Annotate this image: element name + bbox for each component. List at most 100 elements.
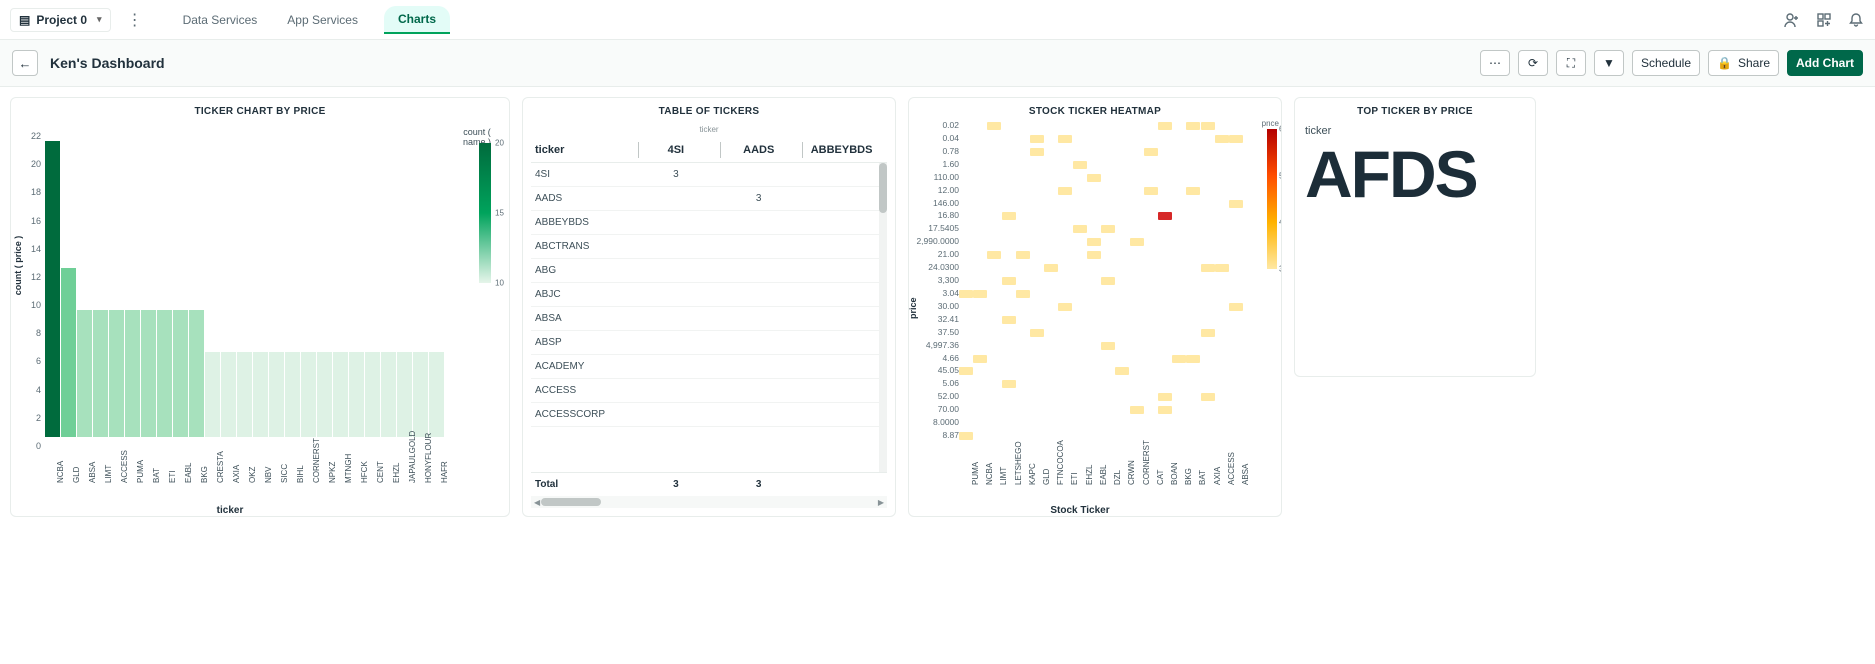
bar-CENT[interactable]	[365, 352, 380, 437]
bar-LIMT[interactable]	[93, 310, 108, 437]
heatmap-cell[interactable]	[1158, 212, 1172, 220]
bar-EHZL[interactable]	[381, 352, 396, 437]
table-row[interactable]: AADS3	[531, 187, 887, 211]
bar-HAFR[interactable]	[429, 352, 444, 437]
heatmap-cell[interactable]	[1201, 329, 1215, 337]
heatmap-cell[interactable]	[973, 355, 987, 363]
heatmap-cell[interactable]	[1016, 251, 1030, 259]
heatmap-cell[interactable]	[1158, 406, 1172, 414]
heatmap-cell[interactable]	[1002, 212, 1016, 220]
heatmap-cell[interactable]	[1044, 264, 1058, 272]
project-selector[interactable]: ▤ Project 0 ▾	[10, 8, 111, 32]
bar-SICC[interactable]	[269, 352, 284, 437]
bar-BAT[interactable]	[141, 310, 156, 437]
heatmap-cell[interactable]	[1087, 238, 1101, 246]
bar-CORNERST[interactable]	[301, 352, 316, 437]
bar-NPKZ[interactable]	[317, 352, 332, 437]
heatmap-cell[interactable]	[1058, 135, 1072, 143]
heatmap-cell[interactable]	[1058, 187, 1072, 195]
add-chart-button[interactable]: Add Chart	[1787, 50, 1863, 76]
heatmap-cell[interactable]	[1087, 174, 1101, 182]
table-row[interactable]: ACADEMY	[531, 355, 887, 379]
heatmap-cell[interactable]	[1229, 200, 1243, 208]
heatmap-cell[interactable]	[959, 432, 973, 440]
bar-EABL[interactable]	[173, 310, 188, 437]
bar-ETI[interactable]	[157, 310, 172, 437]
heatmap-cell[interactable]	[973, 290, 987, 298]
heatmap-cell[interactable]	[1201, 264, 1215, 272]
bar-NBV[interactable]	[253, 352, 268, 437]
bar-JAPAULGOLD[interactable]	[397, 352, 412, 437]
refresh-button[interactable]: ⟳	[1518, 50, 1548, 76]
fullscreen-button[interactable]: ⛶	[1556, 50, 1586, 76]
heatmap-cell[interactable]	[1130, 238, 1144, 246]
heatmap-cell[interactable]	[1115, 367, 1129, 375]
heatmap-cell[interactable]	[1073, 225, 1087, 233]
tab-data-services[interactable]: Data Services	[179, 7, 262, 33]
heatmap-cell[interactable]	[1030, 135, 1044, 143]
heatmap-cell[interactable]	[1201, 393, 1215, 401]
heatmap-cell[interactable]	[1101, 225, 1115, 233]
heatmap-cell[interactable]	[959, 367, 973, 375]
col-header-1[interactable]: 4SI	[634, 144, 717, 156]
table-row[interactable]: ABBEYBDS	[531, 211, 887, 235]
bar-BKG[interactable]	[189, 310, 204, 437]
col-header-2[interactable]: AADS	[717, 144, 800, 156]
back-button[interactable]: ←	[12, 50, 38, 76]
invite-icon[interactable]	[1783, 11, 1801, 29]
filter-button[interactable]: ▼	[1594, 50, 1624, 76]
heatmap-cell[interactable]	[1101, 342, 1115, 350]
heatmap-cell[interactable]	[1002, 277, 1016, 285]
heatmap-cell[interactable]	[1158, 122, 1172, 130]
table-row[interactable]: ABSA	[531, 307, 887, 331]
bar-CRESTA[interactable]	[205, 352, 220, 437]
heatmap-cell[interactable]	[1215, 135, 1229, 143]
heatmap-cell[interactable]	[1002, 380, 1016, 388]
bar-ACCESS[interactable]	[109, 310, 124, 437]
heatmap-cell[interactable]	[1172, 355, 1186, 363]
heatmap-cell[interactable]	[1158, 393, 1172, 401]
col-header-3[interactable]: ABBEYBDS	[800, 144, 883, 156]
heatmap-cell[interactable]	[1016, 290, 1030, 298]
bar-HFCK[interactable]	[349, 352, 364, 437]
bar-NCBA[interactable]	[45, 141, 60, 437]
heatmap-cell[interactable]	[987, 251, 1001, 259]
table-row[interactable]: ABJC	[531, 283, 887, 307]
heatmap-cell[interactable]	[1101, 277, 1115, 285]
heatmap-cell[interactable]	[1186, 187, 1200, 195]
table-row[interactable]: ABCTRANS	[531, 235, 887, 259]
heatmap-cell[interactable]	[1087, 251, 1101, 259]
heatmap-cell[interactable]	[1002, 316, 1016, 324]
heatmap-cell[interactable]	[1030, 148, 1044, 156]
card-top-ticker[interactable]: TOP TICKER BY PRICE ticker AFDS	[1294, 97, 1536, 377]
configure-icon[interactable]	[1815, 11, 1833, 29]
table-row[interactable]: ACCESSCORP	[531, 403, 887, 427]
table-row[interactable]: ABSP	[531, 331, 887, 355]
heatmap-cell[interactable]	[1144, 148, 1158, 156]
heatmap-cell[interactable]	[1073, 161, 1087, 169]
card-bar-chart[interactable]: TICKER CHART BY PRICE count ( price ) 02…	[10, 97, 510, 517]
bell-icon[interactable]	[1847, 11, 1865, 29]
table-row[interactable]: ABG	[531, 259, 887, 283]
table-vscroll-thumb[interactable]	[879, 163, 887, 213]
heatmap-cell[interactable]	[959, 290, 973, 298]
table-hscrollbar[interactable]: ◀ ▶	[531, 496, 887, 508]
card-table[interactable]: TABLE OF TICKERS ticker ticker 4SI AADS …	[522, 97, 896, 517]
heatmap-cell[interactable]	[1030, 329, 1044, 337]
heatmap-cell[interactable]	[1215, 264, 1229, 272]
schedule-button[interactable]: Schedule	[1632, 50, 1700, 76]
table-row[interactable]: ACCESS	[531, 379, 887, 403]
heatmap-cell[interactable]	[1186, 355, 1200, 363]
share-button[interactable]: 🔒 Share	[1708, 50, 1779, 76]
table-row[interactable]: 4SI3	[531, 163, 887, 187]
heatmap-cell[interactable]	[1229, 135, 1243, 143]
heatmap-cell[interactable]	[1130, 406, 1144, 414]
project-kebab-menu[interactable]: ⋮	[121, 10, 149, 30]
bar-OKZ[interactable]	[237, 352, 252, 437]
bar-MTNGH[interactable]	[333, 352, 348, 437]
bar-BIHL[interactable]	[285, 352, 300, 437]
table-vscrollbar[interactable]	[879, 163, 887, 472]
bar-ABSA[interactable]	[77, 310, 92, 437]
card-heatmap[interactable]: STOCK TICKER HEATMAP price 0.020.040.781…	[908, 97, 1282, 517]
heatmap-cell[interactable]	[1201, 122, 1215, 130]
